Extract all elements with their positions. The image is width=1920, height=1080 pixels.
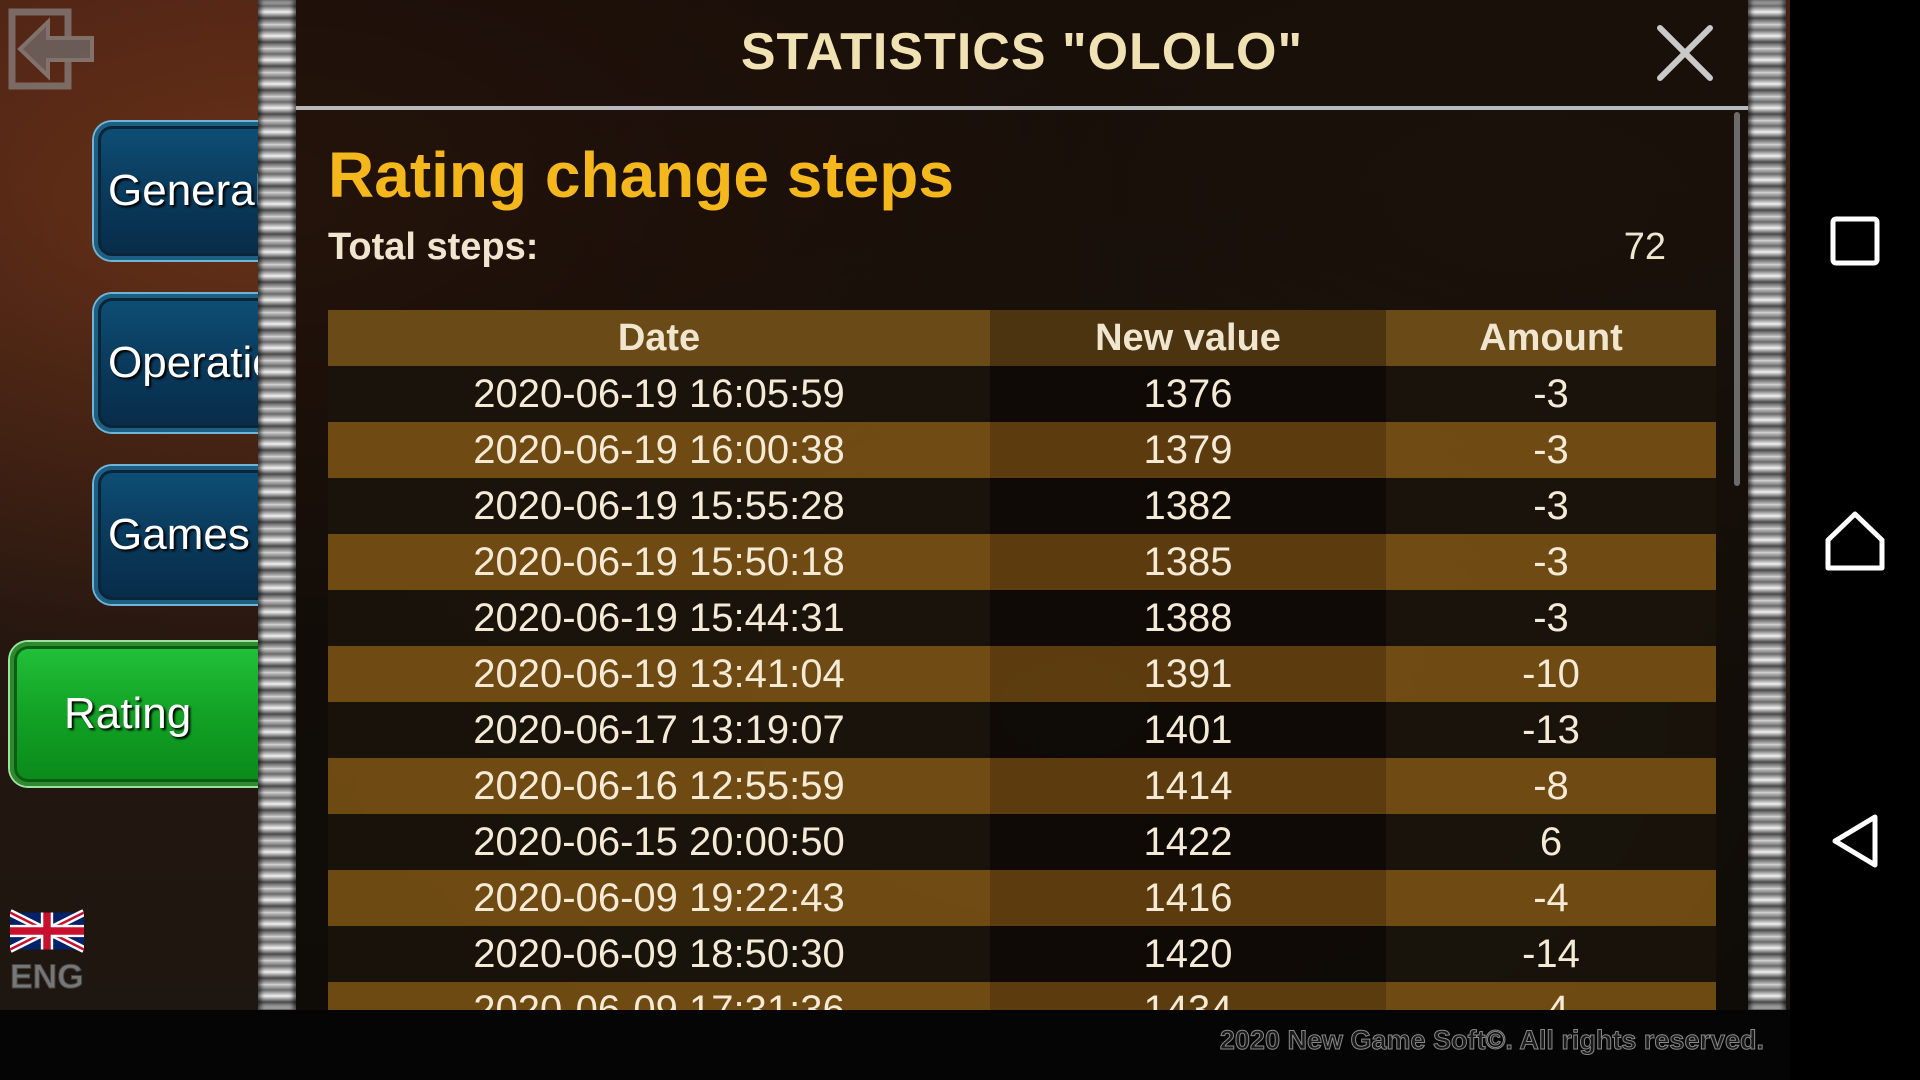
- cell-new-value: 1382: [990, 478, 1386, 534]
- total-steps-label: Total steps:: [328, 226, 539, 268]
- copyright-text: 2020 New Game Soft©. All rights reserved…: [1219, 1025, 1764, 1056]
- rating-table: Date New value Amount 2020-06-19 16:05:5…: [328, 310, 1716, 1010]
- cell-amount: -3: [1386, 478, 1716, 534]
- cell-new-value: 1414: [990, 758, 1386, 814]
- table-row: 2020-06-19 15:44:31 1388 -3: [328, 590, 1716, 646]
- tab-operations[interactable]: Operations: [94, 294, 284, 432]
- cell-new-value: 1379: [990, 422, 1386, 478]
- tab-general[interactable]: General: [94, 122, 284, 260]
- table-row: 2020-06-09 19:22:43 1416 -4: [328, 870, 1716, 926]
- tab-games[interactable]: Games: [94, 466, 284, 604]
- cell-amount: -3: [1386, 534, 1716, 590]
- tab-games-label: Games: [108, 510, 250, 559]
- frame-left: [258, 0, 296, 1010]
- tab-rating[interactable]: Rating: [10, 642, 280, 786]
- table-header: Date New value Amount: [328, 310, 1716, 366]
- cell-new-value: 1434: [990, 982, 1386, 1010]
- cell-date: 2020-06-19 13:41:04: [328, 646, 990, 702]
- cell-amount: -13: [1386, 702, 1716, 758]
- game-screen: General Operations Games Rating ENG STAT…: [0, 0, 1920, 1080]
- back-arrow-icon[interactable]: [8, 8, 98, 94]
- table-row: 2020-06-15 20:00:50 1422 6: [328, 814, 1716, 870]
- header-new-value[interactable]: New value: [990, 310, 1386, 366]
- cell-date: 2020-06-19 16:00:38: [328, 422, 990, 478]
- header-amount[interactable]: Amount: [1386, 310, 1716, 366]
- cell-date: 2020-06-09 17:31:36: [328, 982, 990, 1010]
- header-date[interactable]: Date: [328, 310, 990, 366]
- table-row: 2020-06-19 15:55:28 1382 -3: [328, 478, 1716, 534]
- table-row: 2020-06-19 15:50:18 1385 -3: [328, 534, 1716, 590]
- cell-amount: -8: [1386, 758, 1716, 814]
- language-label[interactable]: ENG: [10, 958, 85, 997]
- statistics-dialog: STATISTICS "OLOLO" Rating change steps T…: [296, 0, 1748, 1010]
- cell-new-value: 1391: [990, 646, 1386, 702]
- cell-amount: -3: [1386, 590, 1716, 646]
- dialog-title: STATISTICS "OLOLO": [740, 23, 1304, 81]
- cell-new-value: 1420: [990, 926, 1386, 982]
- cell-date: 2020-06-15 20:00:50: [328, 814, 990, 870]
- frame-right: [1748, 0, 1786, 1010]
- table-row: 2020-06-19 16:00:38 1379 -3: [328, 422, 1716, 478]
- cell-date: 2020-06-19 15:44:31: [328, 590, 990, 646]
- android-nav-bar: [1790, 0, 1920, 1080]
- cell-new-value: 1422: [990, 814, 1386, 870]
- cell-date: 2020-06-09 18:50:30: [328, 926, 990, 982]
- cell-new-value: 1376: [990, 366, 1386, 422]
- cell-amount: 6: [1386, 814, 1716, 870]
- cell-date: 2020-06-09 19:22:43: [328, 870, 990, 926]
- cell-amount: -3: [1386, 422, 1716, 478]
- table-row: 2020-06-09 17:31:36 1434 -4: [328, 982, 1716, 1010]
- square-recent-apps-icon[interactable]: [1810, 196, 1900, 286]
- cell-date: 2020-06-16 12:55:59: [328, 758, 990, 814]
- title-divider: [296, 106, 1748, 110]
- total-steps-value: 72: [1623, 226, 1666, 268]
- uk-flag-icon[interactable]: [8, 906, 86, 956]
- tab-general-label: General: [108, 166, 265, 215]
- section-title: Rating change steps: [328, 139, 954, 211]
- cell-amount: -3: [1386, 366, 1716, 422]
- cell-amount: -4: [1386, 870, 1716, 926]
- table-row: 2020-06-16 12:55:59 1414 -8: [328, 758, 1716, 814]
- tab-rating-label: Rating: [64, 689, 192, 738]
- close-icon[interactable]: [1652, 20, 1718, 86]
- cell-new-value: 1416: [990, 870, 1386, 926]
- cell-amount: -4: [1386, 982, 1716, 1010]
- table-row: 2020-06-17 13:19:07 1401 -13: [328, 702, 1716, 758]
- table-row: 2020-06-19 16:05:59 1376 -3: [328, 366, 1716, 422]
- cell-amount: -10: [1386, 646, 1716, 702]
- home-icon[interactable]: [1810, 496, 1900, 586]
- table-row: 2020-06-09 18:50:30 1420 -14: [328, 926, 1716, 982]
- triangle-back-icon[interactable]: [1810, 796, 1900, 886]
- cell-amount: -14: [1386, 926, 1716, 982]
- cell-date: 2020-06-19 15:55:28: [328, 478, 990, 534]
- cell-new-value: 1385: [990, 534, 1386, 590]
- cell-new-value: 1401: [990, 702, 1386, 758]
- scrollbar[interactable]: [1734, 112, 1740, 486]
- cell-date: 2020-06-19 16:05:59: [328, 366, 990, 422]
- cell-date: 2020-06-17 13:19:07: [328, 702, 990, 758]
- cell-new-value: 1388: [990, 590, 1386, 646]
- table-row: 2020-06-19 13:41:04 1391 -10: [328, 646, 1716, 702]
- cell-date: 2020-06-19 15:50:18: [328, 534, 990, 590]
